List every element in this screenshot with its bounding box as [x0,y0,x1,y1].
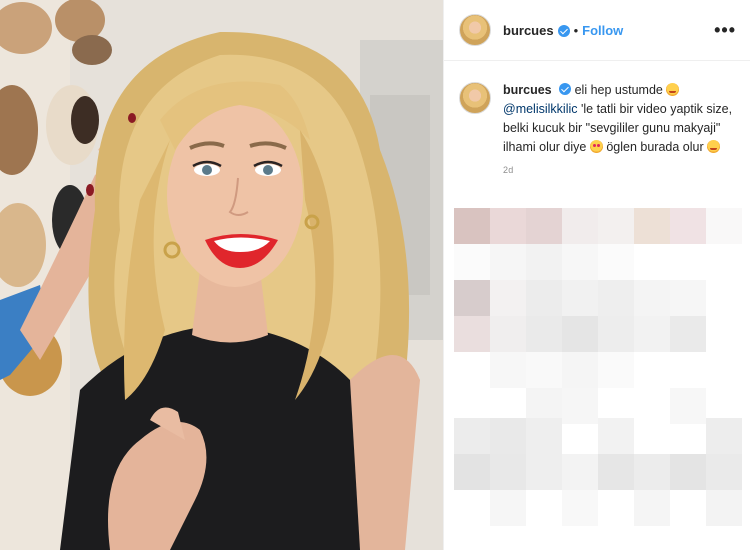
caption-username-link[interactable]: burcues [503,83,552,97]
more-options-icon[interactable]: ••• [714,20,736,41]
separator-dot: • [573,22,579,38]
caption: burcues eli hep ustumde @melisilkkilic '… [444,61,750,157]
kissing-emoji-icon [707,140,721,153]
blurred-comments [454,208,750,550]
mention-link[interactable]: @melisilkkilic [503,102,578,116]
post-timestamp[interactable]: 2d [503,165,750,175]
avatar[interactable] [459,14,491,46]
caption-text: burcues eli hep ustumde @melisilkkilic '… [503,81,736,157]
post-header: burcues • Follow ••• [444,0,750,61]
username-link[interactable]: burcues [503,23,554,38]
verified-badge-icon [557,25,570,37]
heart-eyes-emoji-icon [589,140,603,153]
follow-button[interactable]: Follow [582,23,623,38]
verified-badge-icon [559,83,572,95]
portrait-illustration [0,0,443,550]
caption-avatar[interactable] [459,82,491,114]
caption-part1: eli hep ustumde [574,83,663,97]
post-sidebar: burcues • Follow ••• burcues eli hep ust… [443,0,750,550]
blushing-smile-emoji-icon [666,83,680,96]
post-photo[interactable] [0,0,443,550]
caption-part3: öglen burada olur [606,140,704,154]
